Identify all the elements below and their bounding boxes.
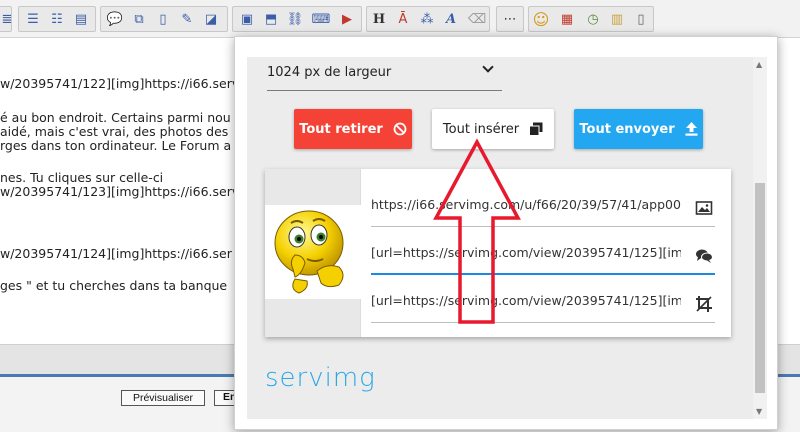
comments-icon[interactable] [695,247,713,265]
editor-line: rges dans ton ordinateur. Le Forum a [0,138,232,153]
smiley-icon[interactable]: ☺ [532,10,550,29]
scroll-down-icon[interactable]: ▼ [756,407,762,416]
servimg-popup: 1024 px de largeur Tout retirer Tout ins… [234,36,778,430]
horizontal-rule-icon[interactable]: ▤ [72,10,90,28]
image-insert-icon-small[interactable]: ◪ [202,10,220,28]
image-insert-icon[interactable]: ▣ [238,10,256,28]
upload-icon [685,122,698,136]
editor-line: w/20395741/123][img]https://i66.serv [0,184,240,199]
direct-link-value: https://i66.servimg.com/u/f66/20/39/57/4… [371,197,681,212]
font-face-icon[interactable]: A [442,10,460,28]
image-share-icon[interactable]: ⧉ [130,10,148,28]
heading-icon[interactable]: H [370,10,388,28]
editor-line: ges " et tu cherches dans ta banque [0,278,228,293]
clipboard-icon[interactable]: ▥ [608,10,626,28]
editor-line: é au bon endroit. Certains parmi nou [0,110,231,125]
send-all-label: Tout envoyer [579,121,675,137]
thinking-smiley-icon [274,210,344,294]
clear-format-icon[interactable]: ⌫ [468,10,486,28]
scroll-up-icon[interactable]: ▲ [756,60,762,69]
uploaded-image-card: https://i66.servimg.com/u/f66/20/39/57/4… [265,169,731,337]
speech-bubble-icon[interactable]: 💬 [106,10,124,28]
preview-button[interactable]: Prévisualiser [121,390,205,406]
align-justify-icon[interactable]: ≣ [0,10,16,28]
image-size-select[interactable]: 1024 px de largeur [267,57,502,91]
servimg-logo[interactable]: servimg [265,363,376,393]
image-upload-icon[interactable]: ⬒ [262,10,280,28]
youtube-icon[interactable]: ▶ [338,10,356,28]
popup-scrollbar[interactable]: ▲ ▼ [753,57,767,419]
thumbnail-link-field[interactable]: [url=https://servimg.com/view/20395741/1… [371,275,715,323]
editor-line: nes. Tu cliques sur celle-ci [0,170,164,185]
remove-all-button[interactable]: Tout retirer [294,109,412,149]
send-all-button[interactable]: Tout envoyer [574,109,703,149]
servimg-panel: 1024 px de largeur Tout retirer Tout ins… [247,57,767,419]
calendar-icon[interactable]: ▦ [558,10,576,28]
copy-icon [529,122,543,136]
forum-link-value: [url=https://servimg.com/view/20395741/1… [371,245,681,260]
note-edit-icon[interactable]: ✎ [178,10,196,28]
direct-link-field[interactable]: https://i66.servimg.com/u/f66/20/39/57/4… [371,179,715,227]
ban-icon [393,122,407,136]
insert-all-label: Tout insérer [442,121,520,137]
image-size-value: 1024 px de largeur [267,65,392,80]
editor-line: aidé, mais c'est vrai, des photos des [0,124,229,139]
editor-line: w/20395741/122][img]https://i66.serv [0,76,240,91]
numbered-list-icon[interactable]: ☷ [48,10,66,28]
font-style-icon[interactable]: Ā [394,10,412,28]
forum-link-field[interactable]: [url=https://servimg.com/view/20395741/1… [371,227,715,275]
remove-all-label: Tout retirer [299,121,383,137]
editor-toolbar: ≣ ☰ ☷ ▤ 💬 ⧉ ▯ ✎ ◪ ▣ ⬒ ⛓ ⌨ ▶ H Ā ⁂ A ⌫ ⋯ … [0,0,800,38]
link-icon[interactable]: ⛓ [286,10,304,28]
scrollbar-thumb[interactable] [755,183,765,393]
embed-code-icon[interactable]: ⌨ [312,10,331,28]
image-icon[interactable] [695,199,713,217]
page-icon[interactable]: ▯ [632,10,650,28]
chevron-down-icon [482,61,494,73]
bullet-list-icon[interactable]: ☰ [24,10,42,28]
color-palette-icon[interactable]: ⁂ [418,10,436,28]
thumbnail-area [265,169,361,337]
clock-settings-icon[interactable]: ◷ [584,10,602,28]
forum-editor-window: ≣ ☰ ☷ ▤ 💬 ⧉ ▯ ✎ ◪ ▣ ⬒ ⛓ ⌨ ▶ H Ā ⁂ A ⌫ ⋯ … [0,0,800,432]
crop-icon[interactable] [695,295,713,313]
smiley-thumbnail[interactable] [265,205,361,299]
insert-all-button[interactable]: Tout insérer [432,109,554,149]
thumbnail-link-value: [url=https://servimg.com/view/20395741/1… [371,293,681,308]
editor-line: w/20395741/124][img]https://i66.ser [0,246,232,261]
more-icon[interactable]: ⋯ [501,10,519,28]
document-icon[interactable]: ▯ [154,10,172,28]
